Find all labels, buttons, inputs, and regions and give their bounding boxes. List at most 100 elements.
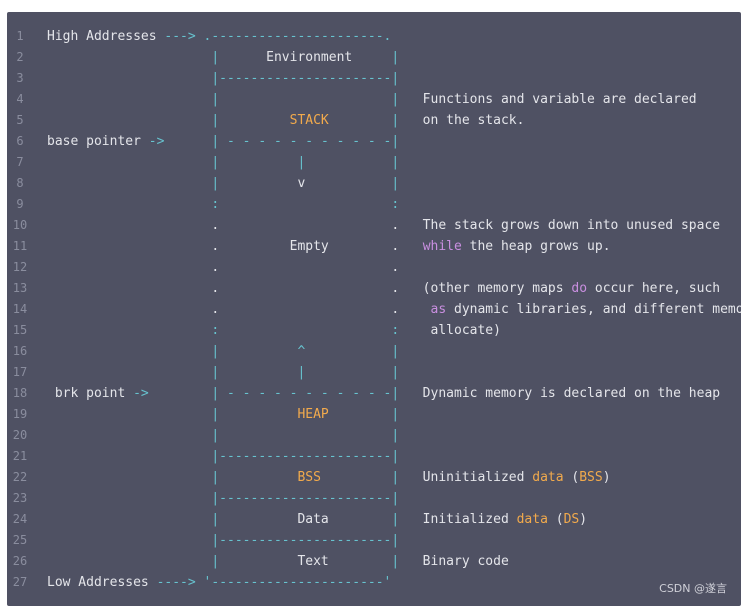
line-number: 8 xyxy=(16,176,24,190)
line-number: 19 xyxy=(12,407,28,421)
code-token: | | | xyxy=(47,155,400,170)
code-token: DS xyxy=(563,512,580,527)
code-line: 11 . Empty . while the heap grows up. xyxy=(7,236,741,257)
code-block: CSDN @遂言 1 High Addresses ---> .---------… xyxy=(7,12,741,606)
code-line: 12 . . xyxy=(7,257,741,278)
line-number: 24 xyxy=(12,512,28,526)
code-text: High Addresses ---> .-------------------… xyxy=(47,26,391,47)
code-text: | ^ | xyxy=(47,341,399,362)
code-token: High Addresses xyxy=(47,29,165,44)
code-token: : : xyxy=(47,323,400,338)
code-token: the heap grows up. xyxy=(461,239,611,254)
code-token: Uninitialized xyxy=(399,470,533,485)
line-number: 7 xyxy=(16,155,24,169)
code-token: BSS xyxy=(219,470,392,485)
code-token: . . xyxy=(47,260,400,275)
code-text: |----------------------| xyxy=(47,530,399,551)
code-token: |----------------------| xyxy=(47,533,400,548)
code-token: | - - - - - - - - - - -| xyxy=(148,386,400,401)
code-text: |----------------------| xyxy=(47,488,399,509)
code-token: Binary code xyxy=(399,554,509,569)
code-token: | xyxy=(391,50,400,65)
code-token: Dynamic memory is declared on the heap xyxy=(399,386,721,401)
code-token: dynamic libraries, and different memory xyxy=(446,302,741,317)
code-text: |----------------------| xyxy=(47,68,399,89)
code-token: base pointer xyxy=(47,134,149,149)
code-token: : : xyxy=(47,197,400,212)
code-token: BSS xyxy=(579,470,603,485)
code-line: 7 | | | xyxy=(7,152,741,173)
code-line: 19 | HEAP | xyxy=(7,404,741,425)
code-token: The stack grows down into unused space xyxy=(399,218,721,233)
code-line: 22 | BSS | Uninitialized data (BSS) xyxy=(7,467,741,488)
code-line: 24 | Data | Initialized data (DS) xyxy=(7,509,741,530)
code-token: ----> xyxy=(156,575,196,590)
line-number: 10 xyxy=(12,218,28,232)
code-line: 14 . . as dynamic libraries, and differe… xyxy=(7,299,741,320)
code-token: . . xyxy=(47,302,400,317)
code-text: | | | xyxy=(47,362,399,383)
code-line: 1 High Addresses ---> .------------------… xyxy=(7,26,741,47)
code-token: | - - - - - - - - - - -| xyxy=(164,134,400,149)
code-text: | | Functions and variable are declared xyxy=(47,89,697,110)
code-token: |----------------------| xyxy=(47,449,400,464)
code-token: | xyxy=(47,176,220,191)
code-text: . . The stack grows down into unused spa… xyxy=(47,215,720,236)
code-text: Low Addresses ----> '-------------------… xyxy=(47,572,391,593)
code-token: | xyxy=(47,113,220,128)
code-token: while xyxy=(422,239,462,254)
code-line: 9 : : xyxy=(7,194,741,215)
code-line: 5 | STACK | on the stack. xyxy=(7,110,741,131)
code-token: | xyxy=(47,407,220,422)
code-token: . Empty . xyxy=(47,239,400,254)
line-number: 1 xyxy=(16,29,24,43)
line-number: 17 xyxy=(12,365,28,379)
line-number: 26 xyxy=(12,554,28,568)
code-token: | xyxy=(47,470,220,485)
code-token: . . xyxy=(47,218,400,233)
code-line: 23 |----------------------| xyxy=(7,488,741,509)
code-text: | | | xyxy=(47,152,399,173)
code-line: 15 : : allocate) xyxy=(7,320,741,341)
code-line: 20 | | xyxy=(7,425,741,446)
code-token: '----------------------' xyxy=(195,575,392,590)
line-number: 20 xyxy=(12,428,28,442)
line-number: 15 xyxy=(12,323,28,337)
line-number: 13 xyxy=(12,281,28,295)
code-token: HEAP xyxy=(219,407,392,422)
code-line: 8 | v | xyxy=(7,173,741,194)
code-line: 21 |----------------------| xyxy=(7,446,741,467)
line-number: 2 xyxy=(16,50,24,64)
code-token: Functions and variable are declared xyxy=(399,92,697,107)
code-line: 25 |----------------------| xyxy=(7,530,741,551)
code-text: | | xyxy=(47,425,399,446)
code-text: . . as dynamic libraries, and different … xyxy=(47,299,741,320)
code-token: Text xyxy=(219,554,392,569)
line-number: 14 xyxy=(12,302,28,316)
code-token: | ^ | xyxy=(47,344,400,359)
code-line: 13 . . (other memory maps do occur here,… xyxy=(7,278,741,299)
code-token: -> xyxy=(133,386,149,401)
code-line: 2 | Environment | xyxy=(7,47,741,68)
code-text: |----------------------| xyxy=(47,446,399,467)
code-text: | Data | Initialized data (DS) xyxy=(47,509,587,530)
code-token: | xyxy=(47,512,220,527)
line-number: 22 xyxy=(12,470,28,484)
code-text: . Empty . while the heap grows up. xyxy=(47,236,611,257)
code-token: v xyxy=(219,176,392,191)
code-line: 17 | | | xyxy=(7,362,741,383)
code-text: | STACK | on the stack. xyxy=(47,110,524,131)
line-number: 9 xyxy=(16,197,24,211)
line-number: 5 xyxy=(16,113,24,127)
line-number: 12 xyxy=(12,260,28,274)
code-token: on the stack. xyxy=(399,113,525,128)
code-token: | xyxy=(47,554,220,569)
code-token: |----------------------| xyxy=(47,491,400,506)
code-token: Initialized xyxy=(399,512,517,527)
code-line: 26 | Text | Binary code xyxy=(7,551,741,572)
line-number: 23 xyxy=(12,491,28,505)
code-token: Environment xyxy=(219,50,392,65)
code-token: ---> xyxy=(164,29,196,44)
